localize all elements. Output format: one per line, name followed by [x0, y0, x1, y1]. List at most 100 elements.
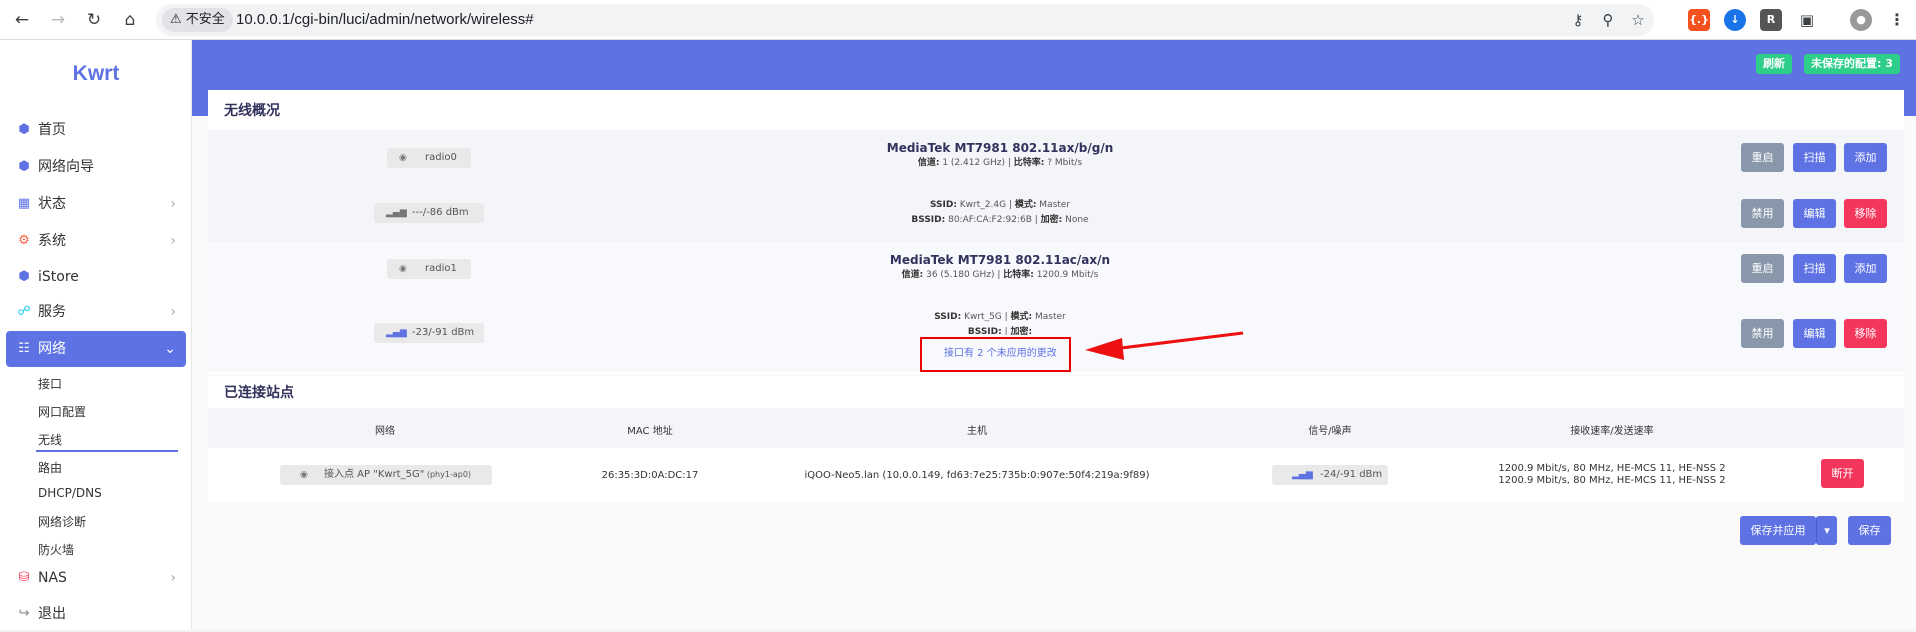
column-header-host: 主机 — [967, 426, 987, 437]
security-indicator[interactable]: ⚠ 不安全 — [162, 8, 233, 32]
add-button[interactable]: 添加 — [1844, 254, 1887, 283]
cube-icon: ⬢ — [18, 122, 30, 137]
remove-button[interactable]: 移除 — [1844, 319, 1887, 348]
iface-2g-info: SSID: Kwrt_2.4G | 模式: Master BSSID: 80:A… — [800, 198, 1200, 228]
sidebar-item-label: 系统 — [38, 233, 66, 249]
disable-button[interactable]: 禁用 — [1741, 319, 1784, 348]
pending-changes-link[interactable]: 接口有 2 个未应用的更改 — [944, 344, 1057, 359]
signal-bars-icon: ▂▄▆ — [386, 328, 407, 338]
sidebar-item-system[interactable]: ⚙ 系统 › — [6, 223, 186, 259]
extensions-puzzle-icon[interactable]: ▣ — [1796, 9, 1818, 31]
chevron-right-icon: › — [170, 304, 176, 320]
bookmark-star-icon[interactable]: ☆ — [1626, 8, 1650, 32]
signal-badge: ▂▄▆ ---/-86 dBm — [374, 203, 484, 223]
save-button[interactable]: 保存 — [1848, 516, 1891, 545]
sidebar-subitem-port-config[interactable]: 网口配置 — [38, 403, 86, 420]
sidebar-item-label: 网络向导 — [38, 159, 94, 175]
bssid-value: 80:AF:CA:F2:92:6B | — [945, 215, 1041, 225]
sidebar-item-wizard[interactable]: ⬢ 网络向导 — [6, 149, 186, 185]
sidebar-subitem-routes[interactable]: 路由 — [38, 459, 62, 476]
rate-value: ? Mbit/s — [1044, 158, 1083, 168]
add-button[interactable]: 添加 — [1844, 143, 1887, 172]
signal-value: -23/-91 dBm — [412, 327, 475, 338]
wireless-overview-title: 无线概况 — [224, 103, 280, 119]
caret-down-icon: ▾ — [1824, 524, 1830, 537]
address-bar[interactable]: ⚠ 不安全 10.0.0.1/cgi-bin/luci/admin/networ… — [156, 4, 1654, 36]
sidebar-item-istore[interactable]: ⬢ iStore — [6, 259, 186, 295]
device-name: MediaTek MT7981 802.11ac/ax/n — [889, 253, 1111, 267]
sidebar-item-label: 网络 — [38, 341, 66, 357]
signal-bars-icon: ▂▄▆ — [386, 208, 407, 218]
channel-label: 信道: — [901, 270, 924, 280]
bssid-label: BSSID: — [967, 327, 1002, 335]
sidebar-item-nas[interactable]: ⛁ NAS › — [6, 560, 186, 596]
sidebar-subitem-dhcp-dns[interactable]: DHCP/DNS — [38, 486, 102, 500]
mode-value: Master — [1032, 312, 1066, 322]
sidebar-subitem-interfaces[interactable]: 接口 — [38, 375, 62, 392]
disconnect-button[interactable]: 断开 — [1821, 459, 1864, 488]
home-icon[interactable]: ⌂ — [116, 6, 144, 34]
device-name: MediaTek MT7981 802.11ax/b/g/n — [886, 141, 1114, 155]
mode-label: 模式: — [1014, 200, 1037, 210]
cube-icon: ⬢ — [18, 269, 30, 284]
sidebar-item-services[interactable]: ☍ 服务 › — [6, 294, 186, 330]
sidebar-subitem-wireless[interactable]: 无线 — [38, 431, 62, 448]
database-icon: ⛁ — [18, 570, 30, 585]
channel-value: 36 (5.180 GHz) | — [923, 270, 1004, 280]
sidebar-item-status[interactable]: ▦ 状态 › — [6, 186, 186, 222]
sidebar-item-label: 退出 — [38, 606, 66, 622]
unsaved-changes-badge[interactable]: 未保存的配置: 3 — [1804, 54, 1900, 74]
sidebar-item-home[interactable]: ⬢ 首页 — [6, 112, 186, 148]
station-signal-badge: ▂▄▆ -24/-91 dBm — [1272, 465, 1388, 485]
logout-icon: ↪ — [18, 606, 30, 621]
forward-icon[interactable]: → — [44, 6, 72, 34]
password-key-icon[interactable]: ⚷ — [1566, 8, 1590, 32]
reload-icon[interactable]: ↻ — [80, 6, 108, 34]
rate-label: 比特率: — [1003, 270, 1034, 280]
radio0-badge: ◉ radio0 — [387, 148, 471, 168]
active-subitem-indicator — [36, 450, 178, 452]
radio-name: radio1 — [425, 263, 457, 274]
radio1-badge: ◉ radio1 — [387, 259, 471, 279]
scan-button[interactable]: 扫描 — [1793, 143, 1836, 172]
sidebar-item-logout[interactable]: ↪ 退出 — [6, 596, 186, 632]
disable-button[interactable]: 禁用 — [1741, 199, 1784, 228]
back-icon[interactable]: ← — [8, 6, 36, 34]
url-text[interactable]: 10.0.0.1/cgi-bin/luci/admin/network/wire… — [236, 11, 534, 28]
browser-menu-icon[interactable]: ⋮ — [1886, 9, 1908, 31]
rate-label: 比特率: — [1013, 158, 1045, 168]
refresh-badge[interactable]: 刷新 — [1756, 54, 1792, 74]
chevron-right-icon: › — [170, 196, 176, 212]
zoom-icon[interactable]: ⚲ — [1596, 8, 1620, 32]
sidebar-subitem-firewall[interactable]: 防火墙 — [38, 541, 74, 558]
logo[interactable]: Kwrt — [0, 62, 192, 86]
sidebar-item-network[interactable]: ☷ 网络 ⌄ — [6, 331, 186, 367]
save-apply-dropdown[interactable]: ▾ — [1816, 516, 1837, 545]
chevron-right-icon: › — [170, 233, 176, 249]
extension-download-icon[interactable]: ↓ — [1724, 9, 1746, 31]
restart-button[interactable]: 重启 — [1741, 143, 1784, 172]
chevron-right-icon: › — [170, 570, 176, 586]
browser-toolbar: ← → ↻ ⌂ ⚠ 不安全 10.0.0.1/cgi-bin/luci/admi… — [0, 0, 1916, 40]
services-icon: ☍ — [17, 304, 31, 319]
save-apply-button[interactable]: 保存并应用 — [1740, 516, 1816, 545]
mode-value: Master — [1036, 200, 1071, 210]
remove-button[interactable]: 移除 — [1844, 199, 1887, 228]
profile-avatar[interactable]: ● — [1850, 9, 1872, 31]
edit-button[interactable]: 编辑 — [1793, 319, 1836, 348]
bssid-label: BSSID: — [911, 215, 946, 225]
restart-button[interactable]: 重启 — [1741, 254, 1784, 283]
signal-value: -24/-91 dBm — [1320, 469, 1383, 480]
wifi-radio-icon: ◉ — [399, 153, 407, 163]
sidebar-subitem-diagnostics[interactable]: 网络诊断 — [38, 513, 86, 530]
sidebar-item-label: 首页 — [38, 122, 66, 138]
sidebar-item-label: NAS — [38, 570, 67, 586]
station-host: iQOO-Neo5.lan (10.0.0.149, fd63:7e25:735… — [804, 470, 1150, 481]
column-header-rate: 接收速率/发送速率 — [1570, 426, 1654, 437]
warning-icon: ⚠ — [170, 12, 182, 27]
extension-r-icon[interactable]: R — [1760, 9, 1782, 31]
bssid-value: | — [1001, 327, 1011, 335]
extension-json-icon[interactable]: {.} — [1688, 9, 1710, 31]
scan-button[interactable]: 扫描 — [1793, 254, 1836, 283]
edit-button[interactable]: 编辑 — [1793, 199, 1836, 228]
